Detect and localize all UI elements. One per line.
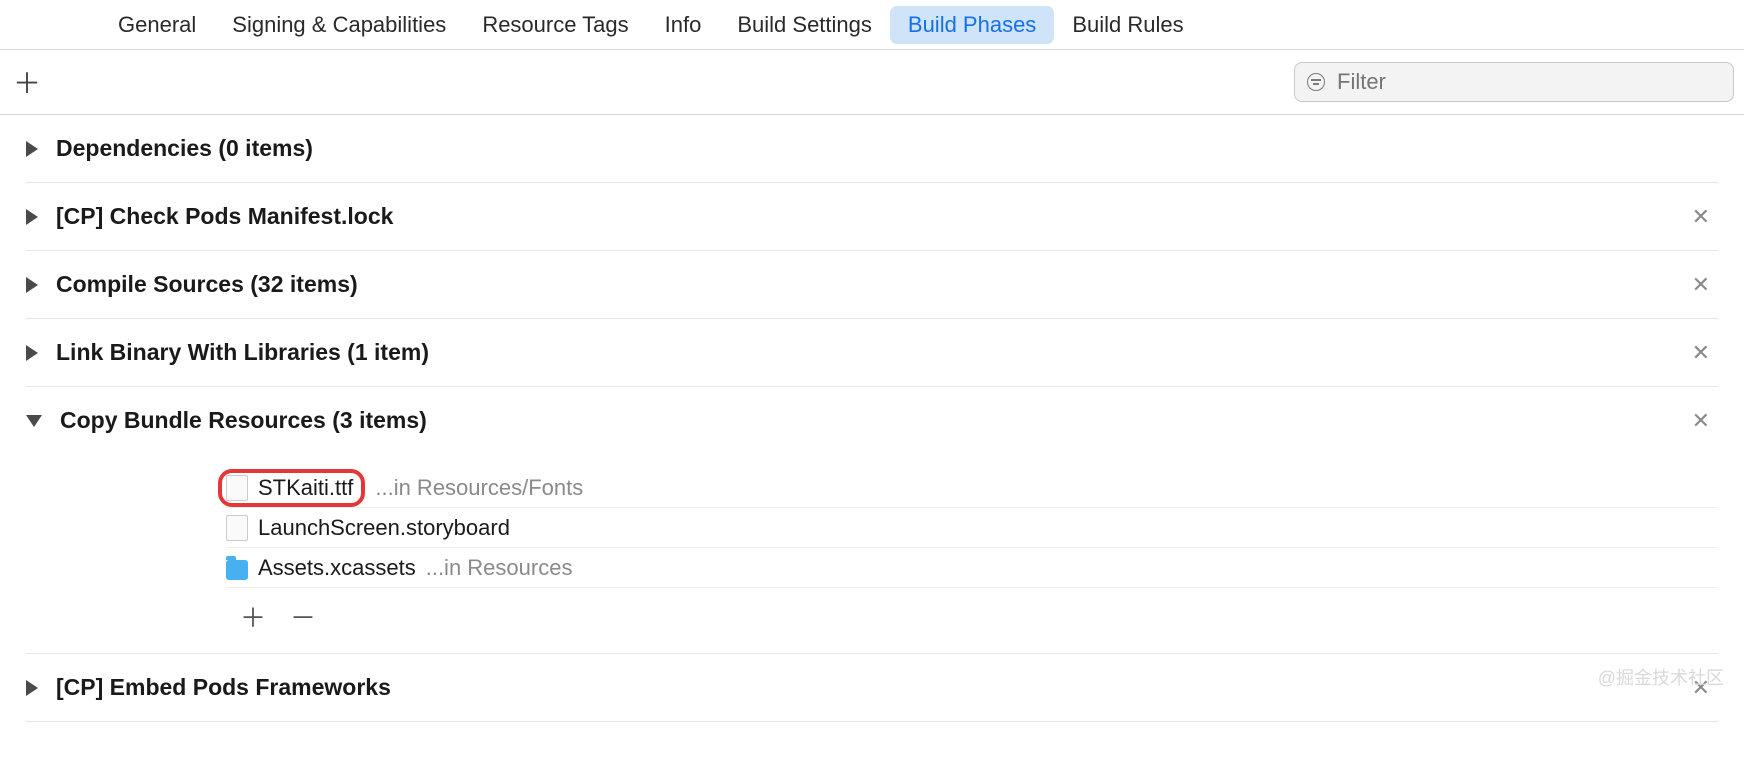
- phase-title: [CP] Check Pods Manifest.lock: [56, 203, 1684, 230]
- filter-box[interactable]: [1294, 62, 1734, 102]
- filter-icon: [1307, 73, 1325, 91]
- remove-phase-icon[interactable]: ✕: [1684, 204, 1718, 230]
- file-row-actions: ＋ －: [226, 588, 1718, 639]
- tab-signing[interactable]: Signing & Capabilities: [214, 6, 464, 44]
- remove-phase-icon[interactable]: ✕: [1684, 408, 1718, 434]
- phase-link-binary[interactable]: Link Binary With Libraries (1 item) ✕: [26, 319, 1718, 387]
- phase-title: Compile Sources (32 items): [56, 271, 1684, 298]
- file-icon: [226, 515, 248, 541]
- disclosure-triangle-icon[interactable]: [26, 277, 38, 293]
- remove-phase-icon[interactable]: ✕: [1684, 340, 1718, 366]
- phase-title: Copy Bundle Resources (3 items): [60, 407, 1684, 434]
- file-name: LaunchScreen.storyboard: [258, 515, 510, 541]
- watermark: @掘金技术社区: [1598, 664, 1724, 690]
- phases-list: Dependencies (0 items) [CP] Check Pods M…: [0, 115, 1744, 722]
- remove-phase-icon[interactable]: ✕: [1684, 272, 1718, 298]
- file-name: STKaiti.ttf: [258, 475, 353, 501]
- annotation-highlight: STKaiti.ttf: [218, 469, 365, 507]
- disclosure-triangle-icon[interactable]: [26, 209, 38, 225]
- filter-input[interactable]: [1337, 69, 1721, 95]
- toolbar: ＋: [0, 50, 1744, 115]
- phase-compile-sources[interactable]: Compile Sources (32 items) ✕: [26, 251, 1718, 319]
- folder-icon: [226, 560, 248, 580]
- file-row[interactable]: STKaiti.ttf ...in Resources/Fonts: [226, 468, 1718, 508]
- tab-build-settings[interactable]: Build Settings: [719, 6, 890, 44]
- file-row[interactable]: Assets.xcassets ...in Resources: [226, 548, 1718, 588]
- phase-title: [CP] Embed Pods Frameworks: [56, 674, 1684, 701]
- remove-file-button[interactable]: －: [290, 598, 316, 635]
- add-file-button[interactable]: ＋: [240, 598, 266, 635]
- copy-bundle-body: STKaiti.ttf ...in Resources/Fonts Launch…: [26, 454, 1718, 654]
- disclosure-triangle-icon[interactable]: [26, 141, 38, 157]
- file-path: ...in Resources: [426, 555, 573, 581]
- phase-dependencies[interactable]: Dependencies (0 items): [26, 115, 1718, 183]
- phase-title: Dependencies (0 items): [56, 135, 1718, 162]
- tab-build-rules[interactable]: Build Rules: [1054, 6, 1201, 44]
- tab-bar: General Signing & Capabilities Resource …: [0, 0, 1744, 50]
- tab-info[interactable]: Info: [647, 6, 720, 44]
- file-name: Assets.xcassets: [258, 555, 416, 581]
- tab-general[interactable]: General: [100, 6, 214, 44]
- tab-build-phases[interactable]: Build Phases: [890, 6, 1054, 44]
- phase-check-pods[interactable]: [CP] Check Pods Manifest.lock ✕: [26, 183, 1718, 251]
- file-icon: [226, 475, 248, 501]
- disclosure-triangle-icon[interactable]: [26, 680, 38, 696]
- disclosure-triangle-icon[interactable]: [26, 345, 38, 361]
- disclosure-triangle-icon[interactable]: [26, 415, 42, 427]
- phase-copy-bundle[interactable]: Copy Bundle Resources (3 items) ✕: [26, 387, 1718, 454]
- phase-title: Link Binary With Libraries (1 item): [56, 339, 1684, 366]
- file-path: ...in Resources/Fonts: [375, 475, 583, 501]
- phase-embed-pods[interactable]: [CP] Embed Pods Frameworks ✕: [26, 654, 1718, 722]
- add-phase-button[interactable]: ＋: [12, 62, 42, 102]
- tab-resource-tags[interactable]: Resource Tags: [464, 6, 646, 44]
- file-row[interactable]: LaunchScreen.storyboard: [226, 508, 1718, 548]
